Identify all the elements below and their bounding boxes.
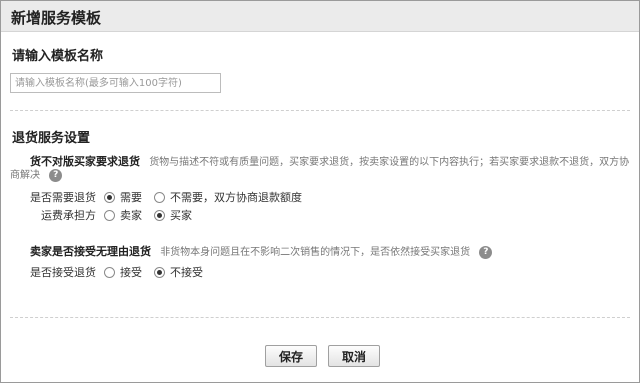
accept-return-no-label: 不接受 [170, 266, 203, 279]
rule2-desc: 非货物本身问题且在不影响二次销售的情况下，是否依然接受买家退货 [160, 247, 471, 258]
radio-checked-icon[interactable] [154, 266, 165, 278]
rule1-desc-cont: 商解决 [10, 170, 40, 181]
radio-unchecked-icon[interactable] [154, 191, 165, 203]
dialog-title: 新增服务模板 [11, 9, 102, 27]
need-return-label: 是否需要退货 [30, 191, 96, 204]
need-return-yes-option[interactable]: 需要 [104, 189, 142, 205]
divider [10, 110, 630, 111]
shipping-payer-buyer-label: 买家 [170, 209, 192, 222]
save-button[interactable]: 保存 [265, 345, 317, 367]
dialog-header: 新增服务模板 [1, 1, 639, 32]
shipping-payer-row: 运费承担方 卖家 买家 [28, 207, 204, 223]
rule2-label: 卖家是否接受无理由退货 [30, 245, 151, 258]
radio-checked-icon[interactable] [154, 209, 165, 221]
shipping-payer-buyer-option[interactable]: 买家 [154, 207, 192, 223]
template-name-input[interactable] [10, 73, 221, 93]
rule1-line2: 商解决 ? [10, 168, 630, 184]
template-name-label: 请输入模板名称 [12, 49, 104, 64]
return-settings-title: 退货服务设置 [12, 131, 91, 146]
accept-return-no-option[interactable]: 不接受 [154, 264, 203, 280]
need-return-yes-label: 需要 [120, 191, 142, 204]
accept-return-label: 是否接受退货 [30, 266, 96, 279]
radio-unchecked-icon[interactable] [104, 209, 115, 221]
need-return-no-option[interactable]: 不需要，双方协商退款额度 [154, 189, 302, 205]
shipping-payer-seller-option[interactable]: 卖家 [104, 207, 142, 223]
need-return-row: 是否需要退货 需要 不需要，双方协商退款额度 [28, 189, 314, 205]
rule1-desc: 货物与描述不符或有质量问题，买家要求退货，按卖家设置的以下内容执行；若买家要求退… [149, 157, 630, 168]
cancel-button[interactable]: 取消 [328, 345, 380, 367]
rule1-label: 货不对版买家要求退货 [30, 155, 140, 168]
accept-return-row: 是否接受退货 接受 不接受 [28, 264, 215, 280]
accept-return-yes-option[interactable]: 接受 [104, 264, 142, 280]
radio-checked-icon[interactable] [104, 191, 115, 203]
need-return-no-label: 不需要，双方协商退款额度 [170, 191, 302, 204]
help-icon[interactable]: ? [49, 168, 63, 182]
accept-return-yes-label: 接受 [120, 266, 142, 279]
help-icon[interactable]: ? [479, 245, 493, 259]
shipping-payer-seller-label: 卖家 [120, 209, 142, 222]
shipping-payer-label: 运费承担方 [41, 209, 96, 222]
radio-unchecked-icon[interactable] [104, 266, 115, 278]
rule2-line: 卖家是否接受无理由退货 非货物本身问题且在不影响二次销售的情况下，是否依然接受买… [10, 244, 630, 261]
divider [10, 317, 630, 318]
